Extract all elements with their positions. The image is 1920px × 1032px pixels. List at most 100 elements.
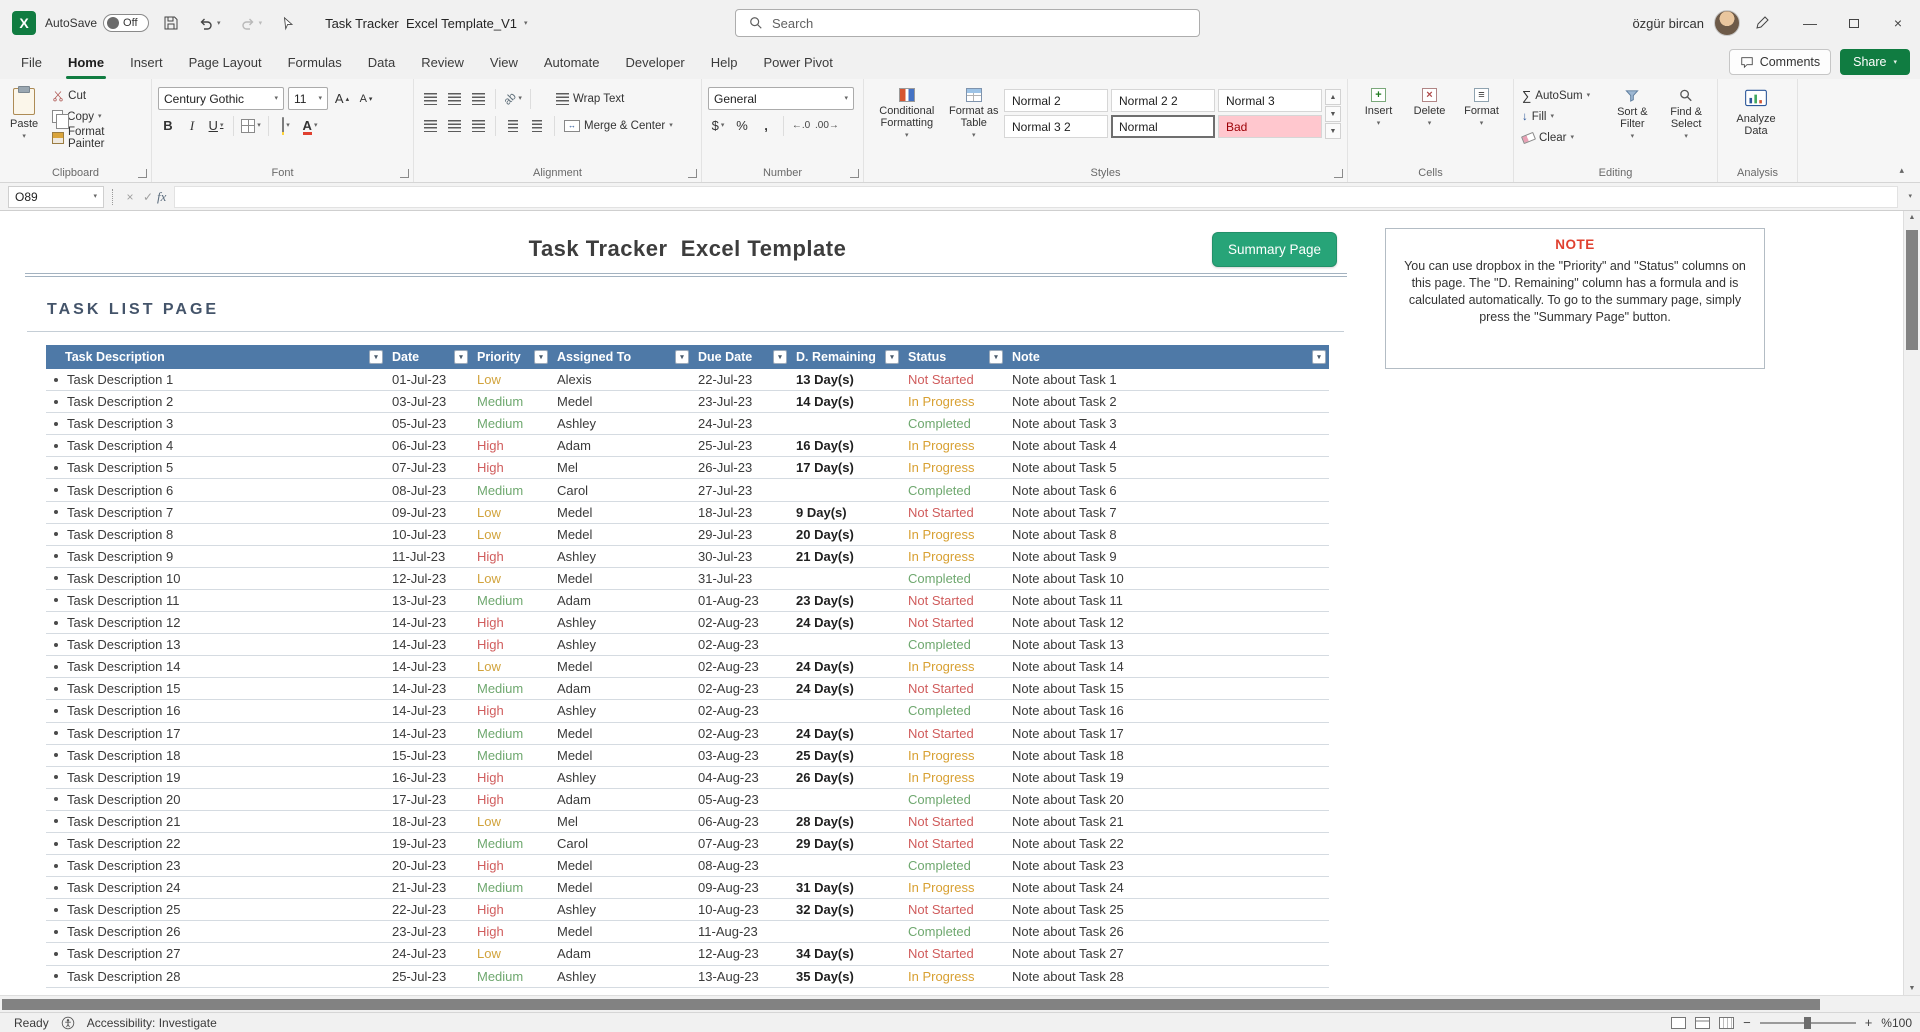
cell-assigned[interactable]: Medel [551, 656, 692, 677]
insert-function-button[interactable]: fx [157, 189, 166, 205]
cell-note[interactable]: Note about Task 3 [1006, 413, 1329, 434]
cell-priority[interactable]: Low [471, 943, 551, 964]
cell-desc[interactable]: Task Description 1 [46, 369, 386, 390]
italic-button[interactable]: I [182, 115, 202, 136]
cell-status[interactable]: In Progress [902, 767, 1006, 788]
align-center-button[interactable] [444, 115, 464, 136]
cell-priority[interactable]: Medium [471, 833, 551, 854]
cell-date[interactable]: 24-Jul-23 [386, 943, 471, 964]
cell-note[interactable]: Note about Task 9 [1006, 546, 1329, 567]
cell-desc[interactable]: Task Description 5 [46, 457, 386, 478]
cell-assigned[interactable]: Ashley [551, 634, 692, 655]
cell-assigned[interactable]: Carol [551, 833, 692, 854]
cell-priority[interactable]: Medium [471, 413, 551, 434]
cell-remaining[interactable]: 21 Day(s) [790, 546, 902, 567]
cell-date[interactable]: 14-Jul-23 [386, 723, 471, 744]
tab-review[interactable]: Review [408, 46, 477, 79]
cell-date[interactable]: 09-Jul-23 [386, 502, 471, 523]
cell-remaining[interactable] [790, 568, 902, 589]
cell-status[interactable]: Not Started [902, 833, 1006, 854]
cell-desc[interactable]: Task Description 3 [46, 413, 386, 434]
merge-center-button[interactable]: ↔ Merge & Center ▾ [562, 115, 675, 136]
cell-note[interactable]: Note about Task 21 [1006, 811, 1329, 832]
wrap-text-button[interactable]: Wrap Text [554, 88, 626, 109]
cell-priority[interactable]: Medium [471, 479, 551, 500]
spreadsheet-canvas[interactable]: Task Tracker Excel Template Summary Page… [0, 211, 1903, 995]
font-size-combo[interactable]: 11 ▾ [288, 87, 328, 110]
cell-style-normal-3-2[interactable]: Normal 3 2 [1004, 115, 1108, 138]
clipboard-dialog-launcher[interactable] [138, 169, 147, 178]
cell-desc[interactable]: Task Description 25 [46, 899, 386, 920]
cell-date[interactable]: 15-Jul-23 [386, 745, 471, 766]
cancel-entry-button[interactable]: × [121, 190, 139, 204]
cut-button[interactable]: Cut [50, 85, 145, 106]
cell-due[interactable]: 13-Aug-23 [692, 966, 790, 987]
align-middle-button[interactable] [444, 88, 464, 109]
vertical-scrollbar[interactable]: ▲ ▼ [1903, 211, 1920, 995]
cell-due[interactable]: 23-Jul-23 [692, 391, 790, 412]
scroll-down-button[interactable]: ▼ [1904, 985, 1920, 992]
cell-priority[interactable]: Low [471, 811, 551, 832]
summary-page-button[interactable]: Summary Page [1212, 232, 1337, 267]
autosave-pill[interactable]: Off [103, 14, 150, 32]
cell-style-normal-2-2[interactable]: Normal 2 2 [1111, 89, 1215, 112]
filter-button-assigned-to[interactable]: ▾ [675, 350, 689, 364]
cell-priority[interactable]: Medium [471, 678, 551, 699]
cell-date[interactable]: 14-Jul-23 [386, 612, 471, 633]
cell-desc[interactable]: Task Description 17 [46, 723, 386, 744]
cell-remaining[interactable]: 24 Day(s) [790, 723, 902, 744]
cell-priority[interactable]: High [471, 855, 551, 876]
maximize-button[interactable] [1832, 0, 1876, 46]
cell-remaining[interactable] [790, 921, 902, 942]
cell-remaining[interactable]: 28 Day(s) [790, 811, 902, 832]
cell-date[interactable]: 19-Jul-23 [386, 833, 471, 854]
filter-button-status[interactable]: ▾ [989, 350, 1003, 364]
cell-assigned[interactable]: Medel [551, 921, 692, 942]
cell-remaining[interactable]: 26 Day(s) [790, 767, 902, 788]
cell-note[interactable]: Note about Task 2 [1006, 391, 1329, 412]
cell-status[interactable]: Not Started [902, 723, 1006, 744]
cell-status[interactable]: Completed [902, 413, 1006, 434]
cell-date[interactable]: 03-Jul-23 [386, 391, 471, 412]
cell-due[interactable]: 25-Jul-23 [692, 435, 790, 456]
cell-due[interactable]: 29-Jul-23 [692, 524, 790, 545]
cell-note[interactable]: Note about Task 26 [1006, 921, 1329, 942]
bold-button[interactable]: B [158, 115, 178, 136]
cell-status[interactable]: Not Started [902, 612, 1006, 633]
cell-due[interactable]: 18-Jul-23 [692, 502, 790, 523]
cell-date[interactable]: 20-Jul-23 [386, 855, 471, 876]
cell-desc[interactable]: Task Description 18 [46, 745, 386, 766]
cell-due[interactable]: 07-Aug-23 [692, 833, 790, 854]
cell-remaining[interactable]: 34 Day(s) [790, 943, 902, 964]
cell-desc[interactable]: Task Description 12 [46, 612, 386, 633]
autosum-button[interactable]: ∑ AutoSum ▾ [1520, 85, 1604, 106]
sort-filter-button[interactable]: Sort & Filter ▾ [1608, 85, 1658, 164]
page-layout-view-button[interactable] [1695, 1016, 1711, 1029]
cell-priority[interactable]: High [471, 634, 551, 655]
cell-note[interactable]: Note about Task 28 [1006, 966, 1329, 987]
cell-priority[interactable]: High [471, 457, 551, 478]
cell-date[interactable]: 13-Jul-23 [386, 590, 471, 611]
cell-due[interactable]: 27-Jul-23 [692, 479, 790, 500]
align-right-button[interactable] [468, 115, 488, 136]
cell-status[interactable]: In Progress [902, 457, 1006, 478]
cell-assigned[interactable]: Medel [551, 745, 692, 766]
cell-note[interactable]: Note about Task 5 [1006, 457, 1329, 478]
cell-note[interactable]: Note about Task 1 [1006, 369, 1329, 390]
cell-assigned[interactable]: Medel [551, 723, 692, 744]
cell-note[interactable]: Note about Task 20 [1006, 789, 1329, 810]
filter-button-due-date[interactable]: ▾ [773, 350, 787, 364]
cell-status[interactable]: Completed [902, 700, 1006, 721]
cell-due[interactable]: 30-Jul-23 [692, 546, 790, 567]
cell-priority[interactable]: Medium [471, 391, 551, 412]
cell-desc[interactable]: Task Description 16 [46, 700, 386, 721]
cell-date[interactable]: 17-Jul-23 [386, 789, 471, 810]
tab-file[interactable]: File [8, 46, 55, 79]
cell-remaining[interactable]: 9 Day(s) [790, 502, 902, 523]
fill-button[interactable]: ↓ Fill ▾ [1520, 106, 1604, 127]
cell-remaining[interactable] [790, 413, 902, 434]
decrease-indent-button[interactable] [503, 115, 523, 136]
cell-desc[interactable]: Task Description 2 [46, 391, 386, 412]
tab-developer[interactable]: Developer [613, 46, 698, 79]
cell-date[interactable]: 21-Jul-23 [386, 877, 471, 898]
